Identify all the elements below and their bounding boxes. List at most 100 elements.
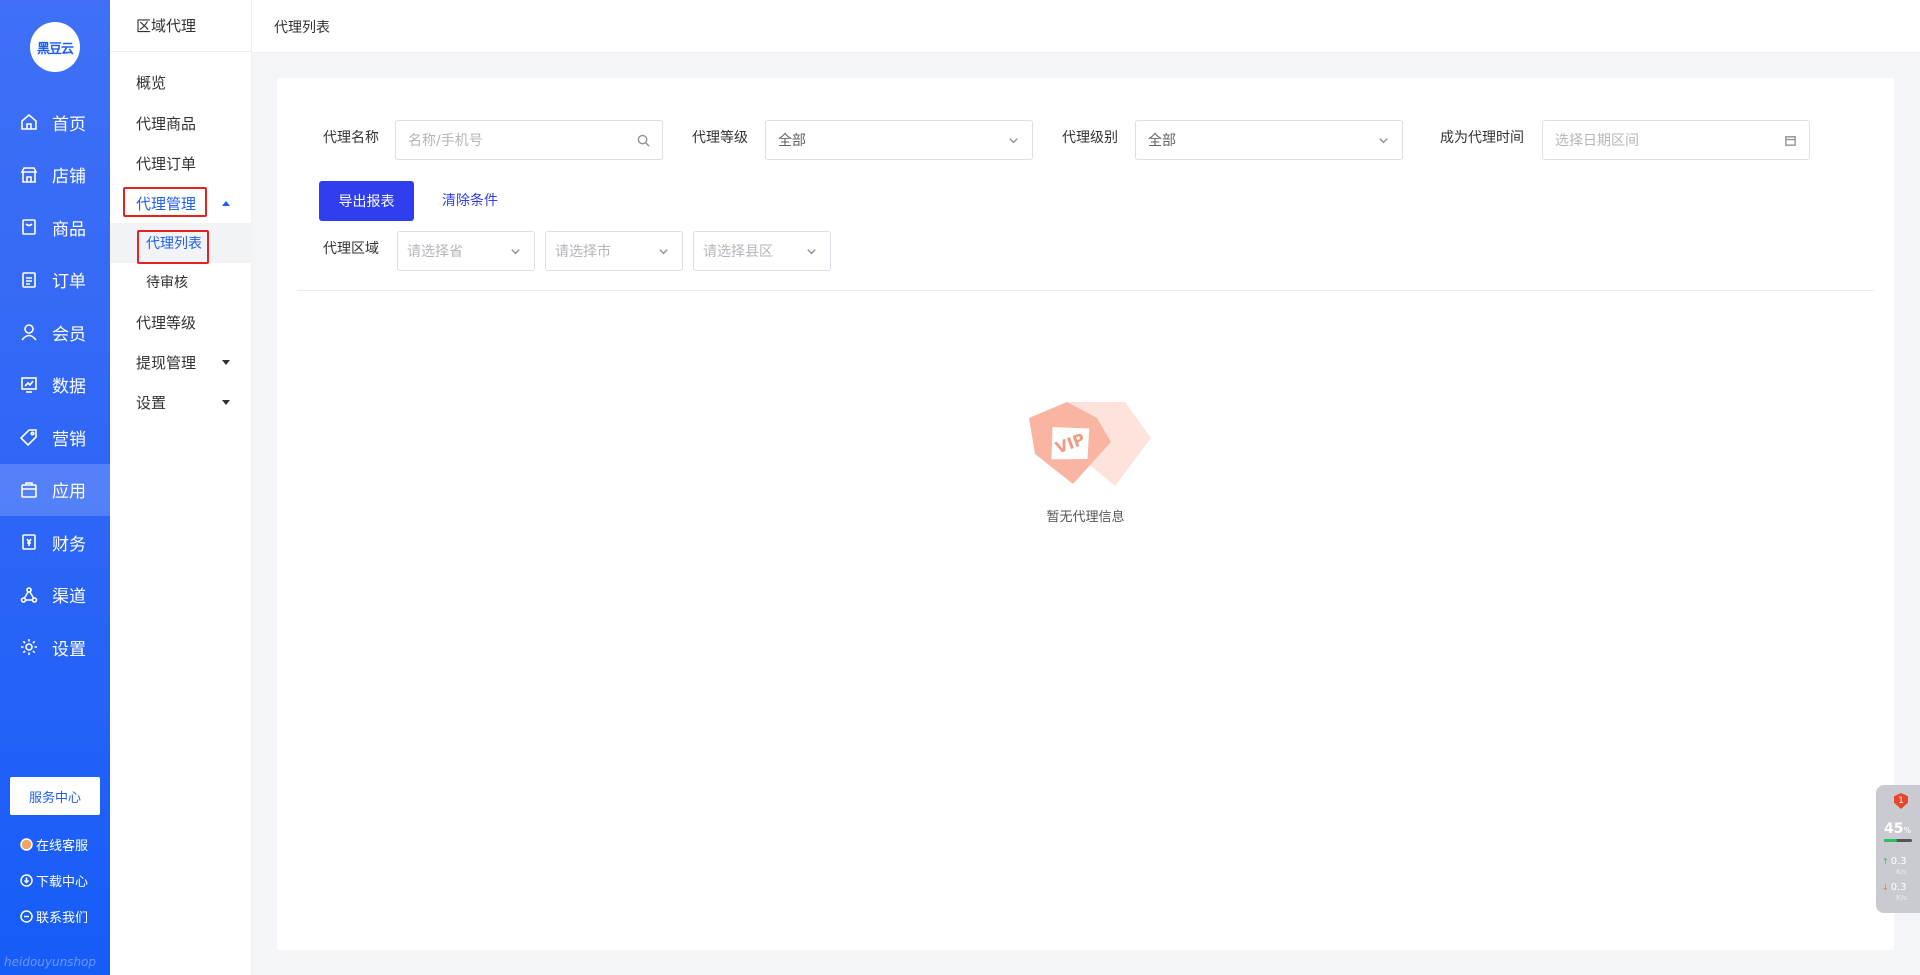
system-monitor-widget[interactable]: 1 45% ↑ 0.3 K/s ↓ 0.3 K/s bbox=[1876, 785, 1920, 913]
caret-down-icon bbox=[222, 399, 230, 405]
side-item-agent-orders[interactable]: 代理订单 bbox=[110, 143, 252, 183]
cpu-bar-fill bbox=[1884, 839, 1897, 842]
side-item-label: 概览 bbox=[136, 73, 167, 92]
side-item-label: 代理商品 bbox=[136, 114, 197, 133]
download-value: 0.3 bbox=[1890, 882, 1907, 893]
section-title: 区域代理 bbox=[110, 0, 251, 52]
store-icon bbox=[20, 166, 38, 184]
calendar-icon bbox=[1783, 133, 1797, 147]
nav-item-label: 设置 bbox=[52, 639, 86, 660]
side-item-withdrawal[interactable]: 提现管理 bbox=[110, 342, 252, 382]
nav-item-label: 首页 bbox=[52, 114, 86, 135]
primary-nav: 首页 店铺 商品 订单 会员 数据 营销 应用 财务 渠道 设置 bbox=[0, 96, 110, 674]
agent-time-placeholder: 选择日期区间 bbox=[1555, 133, 1639, 149]
agent-level-label: 代理等级 bbox=[692, 130, 748, 146]
district-placeholder: 请选择县区 bbox=[703, 244, 773, 260]
arrow-up-icon: ↑ bbox=[1882, 857, 1889, 866]
cpu-percent-unit: % bbox=[1903, 826, 1912, 835]
contact-us-link[interactable]: 联系我们 bbox=[20, 907, 110, 926]
chevron-down-icon bbox=[1006, 133, 1020, 147]
cpu-bar bbox=[1884, 839, 1912, 842]
nav-item-member[interactable]: 会员 bbox=[0, 306, 110, 359]
agent-level-select[interactable]: 全部 bbox=[765, 120, 1033, 160]
chevron-down-icon bbox=[804, 244, 818, 258]
side-item-settings[interactable]: 设置 bbox=[110, 382, 252, 422]
agent-time-label: 成为代理时间 bbox=[1440, 130, 1524, 146]
top-bar: 代理列表 bbox=[252, 0, 1920, 53]
watermark: heidouyunshop bbox=[4, 955, 97, 969]
province-select[interactable]: 请选择省 bbox=[397, 231, 535, 271]
nav-item-app[interactable]: 应用 bbox=[0, 463, 110, 516]
upload-value: 0.3 bbox=[1890, 856, 1907, 867]
side-item-agent-levels[interactable]: 代理等级 bbox=[110, 302, 252, 342]
order-icon bbox=[20, 271, 38, 289]
nav-item-goods[interactable]: 商品 bbox=[0, 201, 110, 254]
agent-rank-value: 全部 bbox=[1148, 133, 1176, 149]
nav-item-home[interactable]: 首页 bbox=[0, 96, 110, 149]
agent-name-placeholder: 名称/手机号 bbox=[408, 133, 483, 149]
side-item-label: 提现管理 bbox=[136, 353, 197, 372]
contact-us-label: 联系我们 bbox=[36, 911, 89, 926]
agent-name-input[interactable]: 名称/手机号 bbox=[395, 120, 663, 160]
download-unit: K/s bbox=[1896, 894, 1907, 902]
nav-item-data[interactable]: 数据 bbox=[0, 359, 110, 412]
service-center-button[interactable]: 服务中心 bbox=[10, 777, 100, 815]
city-select[interactable]: 请选择市 bbox=[545, 231, 683, 271]
tag-icon bbox=[20, 428, 38, 447]
export-report-button[interactable]: 导出报表 bbox=[319, 181, 414, 221]
upload-unit: K/s bbox=[1896, 868, 1907, 876]
nav-item-label: 会员 bbox=[52, 324, 86, 345]
finance-icon bbox=[20, 533, 38, 551]
agent-time-picker[interactable]: 选择日期区间 bbox=[1542, 120, 1810, 160]
clear-filters-button[interactable]: 清除条件 bbox=[442, 190, 498, 210]
logo-text: 黑豆云 bbox=[36, 41, 74, 57]
side-item-overview[interactable]: 概览 bbox=[110, 62, 252, 102]
home-icon bbox=[20, 113, 38, 131]
search-icon bbox=[636, 133, 650, 147]
download-icon bbox=[20, 874, 33, 887]
online-service-link[interactable]: 在线客服 bbox=[20, 835, 110, 854]
nav-item-label: 营销 bbox=[52, 429, 86, 450]
arrow-down-icon: ↓ bbox=[1882, 883, 1889, 892]
nav-item-label: 商品 bbox=[52, 219, 86, 240]
side-item-pending-review[interactable]: 待审核 bbox=[110, 262, 252, 302]
agent-rank-label: 代理级别 bbox=[1062, 130, 1118, 146]
highlight-box-list bbox=[137, 230, 209, 264]
agent-name-label: 代理名称 bbox=[323, 130, 379, 146]
goods-icon bbox=[20, 218, 38, 236]
nav-item-order[interactable]: 订单 bbox=[0, 254, 110, 307]
cpu-percent: 45% bbox=[1884, 821, 1911, 837]
filter-divider bbox=[297, 290, 1874, 291]
agent-level-value: 全部 bbox=[778, 133, 806, 149]
channel-icon bbox=[20, 586, 38, 604]
breadcrumb: 代理列表 bbox=[274, 20, 330, 36]
online-service-label: 在线客服 bbox=[36, 839, 89, 854]
data-icon bbox=[20, 376, 38, 394]
nav-item-label: 应用 bbox=[52, 482, 86, 503]
chevron-down-icon bbox=[1376, 133, 1390, 147]
nav-item-finance[interactable]: 财务 bbox=[0, 516, 110, 569]
chat-icon bbox=[20, 910, 33, 923]
secondary-sidebar: 区域代理 概览 代理商品 代理订单 代理管理 代理列表 待审核 代理等级 提现管… bbox=[110, 0, 252, 975]
download-speed: ↓ 0.3 K/s bbox=[1882, 883, 1907, 903]
nav-item-label: 订单 bbox=[52, 272, 86, 293]
side-item-agent-goods[interactable]: 代理商品 bbox=[110, 103, 252, 143]
chevron-down-icon bbox=[656, 244, 670, 258]
province-placeholder: 请选择省 bbox=[407, 244, 463, 260]
download-center-link[interactable]: 下载中心 bbox=[20, 871, 110, 890]
nav-item-channel[interactable]: 渠道 bbox=[0, 569, 110, 622]
nav-item-settings[interactable]: 设置 bbox=[0, 621, 110, 674]
settings-icon bbox=[20, 638, 38, 656]
agent-rank-select[interactable]: 全部 bbox=[1135, 120, 1403, 160]
side-item-label: 待审核 bbox=[146, 275, 188, 291]
chevron-down-icon bbox=[508, 244, 522, 258]
brand-logo[interactable]: 黑豆云 bbox=[30, 22, 80, 72]
upload-speed: ↑ 0.3 K/s bbox=[1882, 857, 1907, 877]
district-select[interactable]: 请选择县区 bbox=[693, 231, 831, 271]
download-center-label: 下载中心 bbox=[36, 875, 89, 890]
member-icon bbox=[20, 323, 38, 341]
primary-sidebar: 黑豆云 首页 店铺 商品 订单 会员 数据 营销 应用 财务 渠道 设置 服务中… bbox=[0, 0, 110, 975]
nav-item-store[interactable]: 店铺 bbox=[0, 149, 110, 202]
cpu-percent-value: 45 bbox=[1884, 821, 1904, 837]
nav-item-marketing[interactable]: 营销 bbox=[0, 411, 110, 464]
